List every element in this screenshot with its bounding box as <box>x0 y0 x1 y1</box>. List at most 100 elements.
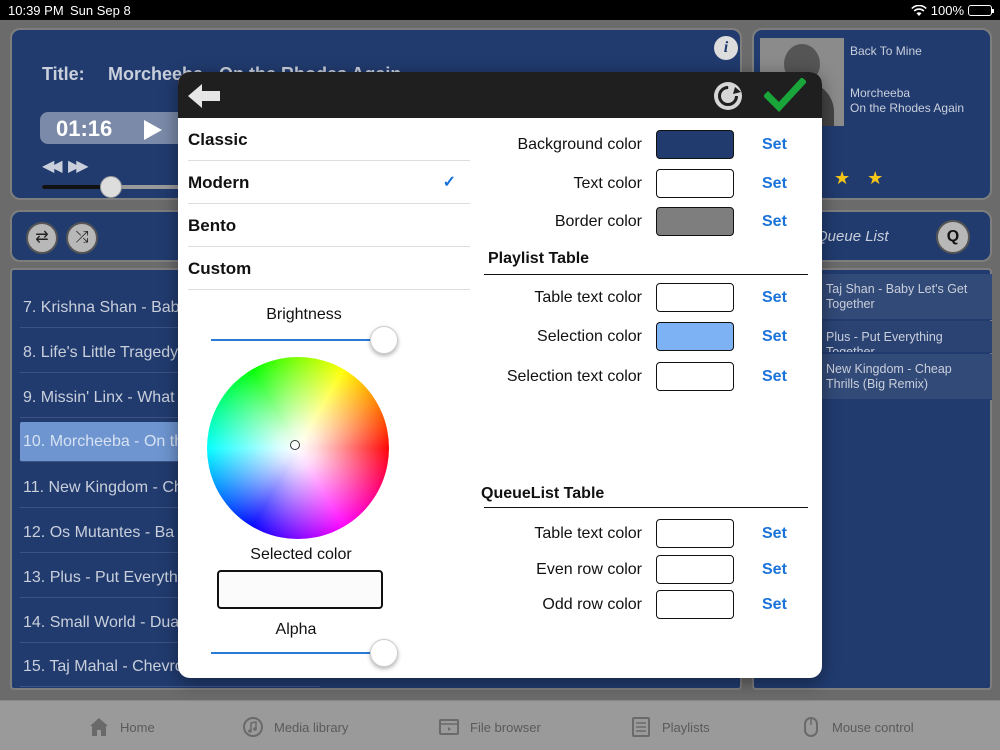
seek-handle[interactable] <box>100 176 122 198</box>
color-row-selection-text: Selection text color Set <box>478 362 818 392</box>
set-button[interactable]: Set <box>762 561 787 579</box>
color-swatch[interactable] <box>656 362 734 391</box>
color-wheel-selector[interactable] <box>290 440 300 450</box>
fast-forward-icon[interactable]: ▶▶ <box>68 156 89 176</box>
theme-item-modern[interactable]: Modern ✓ <box>188 161 470 204</box>
selected-color-label: Selected color <box>250 546 352 563</box>
back-arrow-icon[interactable] <box>186 82 222 110</box>
tab-file-browser-label: File browser <box>470 719 541 735</box>
color-swatch[interactable] <box>656 130 734 159</box>
color-swatch[interactable] <box>656 169 734 198</box>
status-bar: 10:39 PM Sun Sep 8 100% <box>0 0 1000 20</box>
album-artist: Morcheeba <box>850 86 911 100</box>
status-date: Sun Sep 8 <box>70 3 131 18</box>
theme-item-classic[interactable]: Classic <box>188 118 470 161</box>
tab-mouse-control-label: Mouse control <box>832 719 914 735</box>
color-row-text: Text color Set <box>478 169 818 199</box>
home-icon <box>90 718 108 736</box>
color-row-label: Even row color <box>536 561 642 578</box>
set-button[interactable]: Set <box>762 175 787 193</box>
color-row-label: Odd row color <box>542 596 642 613</box>
set-button[interactable]: Set <box>762 328 787 346</box>
color-row-label: Table text color <box>534 289 642 306</box>
section-divider <box>484 507 808 508</box>
info-button[interactable]: i <box>714 36 738 60</box>
color-swatch[interactable] <box>656 590 734 619</box>
tab-media-library[interactable]: Media library <box>242 715 348 739</box>
album-track: On the Rhodes Again <box>850 101 965 115</box>
set-button[interactable]: Set <box>762 368 787 386</box>
queue-title: Queue List <box>816 228 889 245</box>
tab-file-browser[interactable]: File browser <box>438 715 541 739</box>
playlists-icon <box>632 717 650 737</box>
tab-playlists[interactable]: Playlists <box>630 715 710 739</box>
color-row-label: Selection text color <box>506 368 642 385</box>
battery-icon <box>968 5 994 16</box>
color-row-label: Selection color <box>537 328 642 345</box>
theme-item-custom[interactable]: Custom <box>188 247 470 290</box>
playlist-table-section-title: Playlist Table <box>488 250 590 267</box>
color-row-playlist-text: Table text color Set <box>478 283 818 313</box>
color-row-queue-text: Table text color Set <box>478 519 818 549</box>
tab-media-library-label: Media library <box>274 719 349 735</box>
theme-label: Modern <box>188 173 250 192</box>
set-button[interactable]: Set <box>762 596 787 614</box>
color-swatch[interactable] <box>656 555 734 584</box>
theme-settings-dialog: Classic Modern ✓ Bento Custom Brightness … <box>178 72 822 678</box>
theme-label: Bento <box>188 216 237 235</box>
tab-home[interactable]: Home <box>88 715 155 739</box>
color-row-selection: Selection color Set <box>478 322 818 352</box>
queue-button[interactable]: Q <box>936 220 970 254</box>
color-swatch[interactable] <box>656 322 734 351</box>
play-icon[interactable] <box>144 120 162 140</box>
theme-label: Classic <box>188 130 248 149</box>
set-button[interactable]: Set <box>762 213 787 231</box>
color-swatch[interactable] <box>656 519 734 548</box>
status-time: 10:39 PM <box>8 3 64 18</box>
battery-percent: 100% <box>930 3 964 18</box>
brightness-label: Brightness <box>266 306 342 323</box>
brightness-slider-handle[interactable] <box>370 326 398 354</box>
alpha-fill <box>211 652 387 654</box>
album-name: Back To Mine <box>850 44 922 58</box>
refresh-icon[interactable] <box>708 78 748 114</box>
theme-label: Custom <box>188 259 252 278</box>
tab-bar: Home Media library File browser Playlist… <box>0 700 1000 750</box>
mouse-icon <box>804 717 818 737</box>
tab-mouse-control[interactable]: Mouse control <box>800 715 914 739</box>
brightness-fill <box>211 339 387 341</box>
theme-list: Classic Modern ✓ Bento Custom <box>178 118 470 290</box>
wifi-icon <box>910 4 927 16</box>
tab-home-label: Home <box>120 719 155 735</box>
rating-stars[interactable]: ★ ★ <box>834 168 889 189</box>
set-button[interactable]: Set <box>762 289 787 307</box>
elapsed-time: 01:16 <box>56 116 113 141</box>
color-row-border: Border color Set <box>478 207 818 237</box>
set-button[interactable]: Set <box>762 136 787 154</box>
dialog-header <box>178 72 822 118</box>
rewind-icon[interactable]: ◀◀ <box>42 156 63 176</box>
checkmark-icon: ✓ <box>442 174 456 191</box>
color-row-even-row: Even row color Set <box>478 555 818 585</box>
color-row-label: Table text color <box>534 525 642 542</box>
selected-color-swatch <box>217 570 383 609</box>
color-swatch[interactable] <box>656 283 734 312</box>
queuelist-table-section-title: QueueList Table <box>481 485 605 502</box>
repeat-icon[interactable]: ⇄ <box>26 222 58 254</box>
alpha-label: Alpha <box>275 621 317 638</box>
color-row-label: Border color <box>554 213 642 230</box>
color-row-label: Text color <box>573 175 642 192</box>
checkmark-confirm-icon[interactable] <box>764 78 806 114</box>
title-label: Title: <box>42 64 85 84</box>
color-row-label: Background color <box>517 136 642 153</box>
color-swatch[interactable] <box>656 207 734 236</box>
set-button[interactable]: Set <box>762 525 787 543</box>
theme-item-bento[interactable]: Bento <box>188 204 470 247</box>
media-library-icon <box>243 717 263 737</box>
file-browser-icon <box>439 719 459 735</box>
color-row-odd-row: Odd row color Set <box>478 590 818 620</box>
alpha-slider-handle[interactable] <box>370 639 398 667</box>
section-divider <box>484 274 808 275</box>
status-battery: 100% <box>910 3 994 18</box>
shuffle-icon[interactable]: ⤮ <box>66 222 98 254</box>
